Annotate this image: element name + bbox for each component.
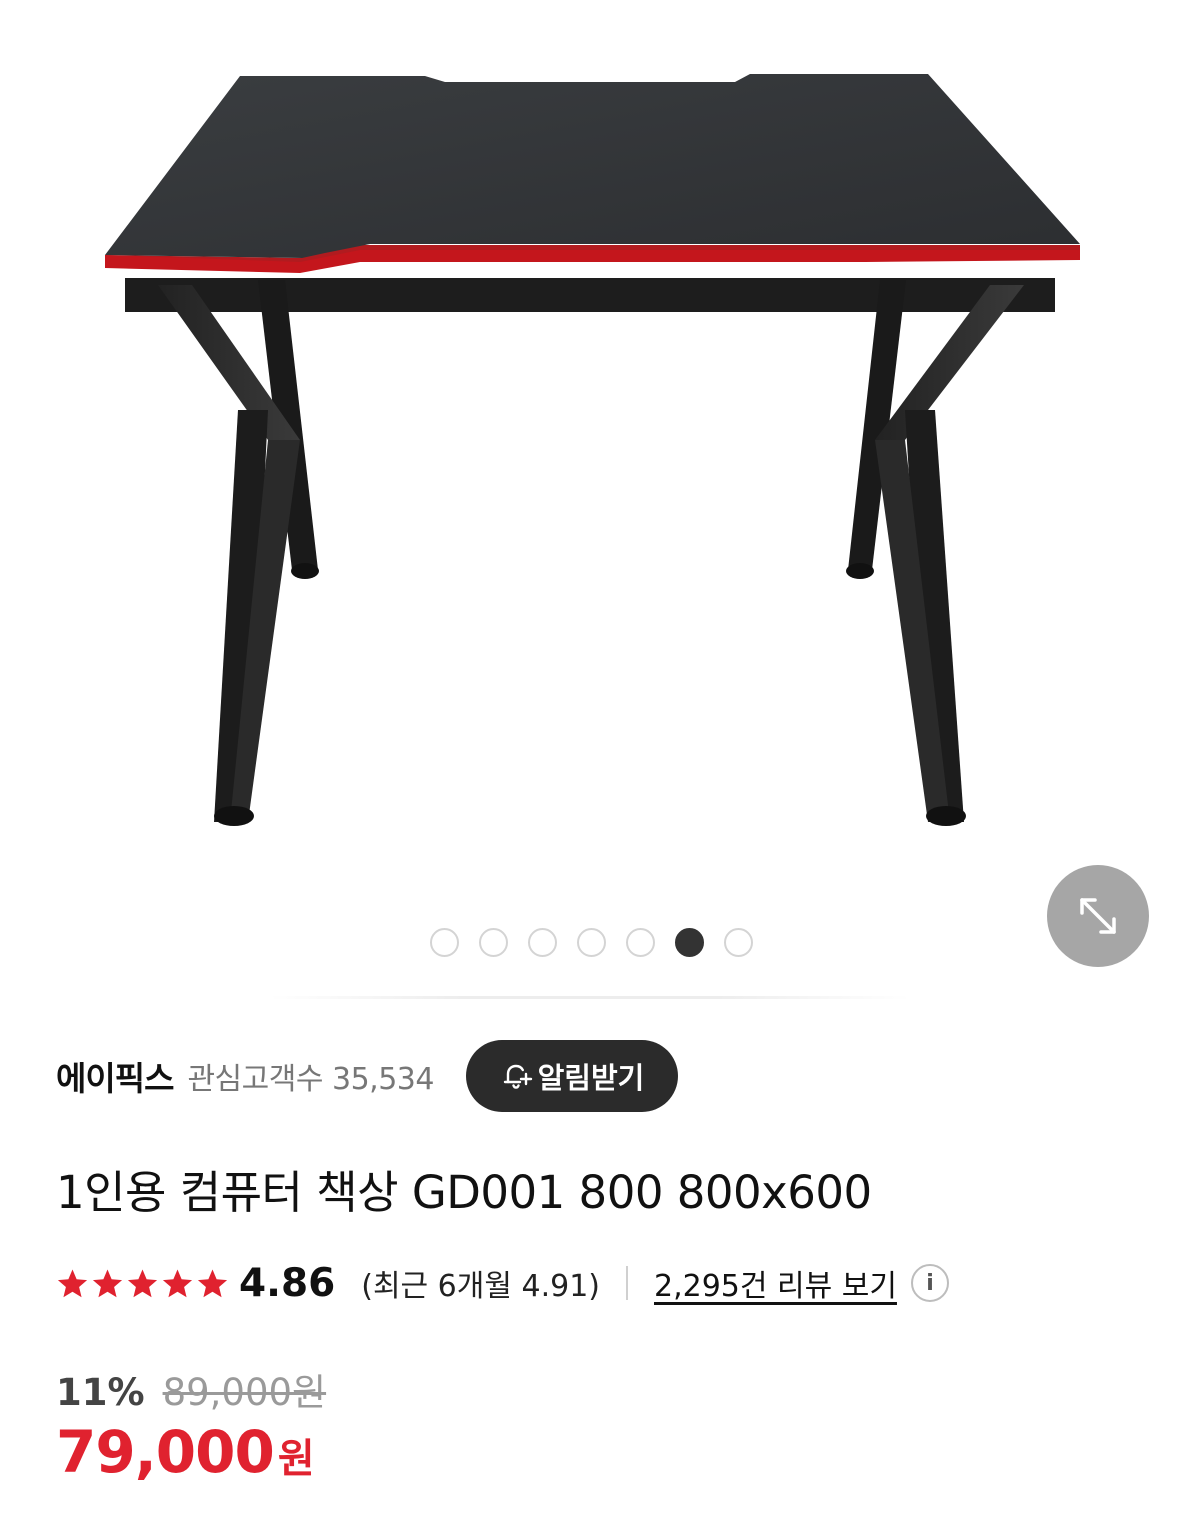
slide-dot[interactable] (479, 928, 508, 957)
star-icon (197, 1268, 228, 1297)
expand-arrows-icon (1080, 898, 1116, 934)
slide-dot-active[interactable] (675, 928, 704, 957)
discount-rate: 11% (56, 1371, 145, 1414)
sale-price-value: 79,000 (56, 1418, 275, 1486)
star-icon (92, 1268, 123, 1297)
slide-dot[interactable] (528, 928, 557, 957)
rating-score: 4.86 (239, 1260, 336, 1306)
sale-price-unit: 원 (277, 1436, 315, 1482)
gallery-divider (270, 996, 910, 999)
star-icon (162, 1268, 193, 1297)
seller-name[interactable]: 에이픽스 (56, 1052, 174, 1100)
star-icon (127, 1268, 158, 1297)
rating-row: 4.86 (최근 6개월 4.91) 2,295건 리뷰 보기 i (56, 1258, 949, 1308)
recent-rating: (최근 6개월 4.91) (361, 1269, 600, 1304)
expand-image-button[interactable] (1047, 865, 1149, 967)
divider (626, 1266, 628, 1300)
info-icon[interactable]: i (910, 1264, 949, 1302)
seller-row: 에이픽스 관심고객수 35,534 알림받기 (56, 1040, 678, 1112)
star-icon (57, 1268, 88, 1297)
star-rating (56, 1267, 229, 1300)
original-price: 89,000원 (162, 1371, 327, 1414)
sale-price: 79,000 원 (56, 1418, 315, 1486)
discount-row: 11% 89,000원 (56, 1362, 326, 1416)
notify-button[interactable]: 알림받기 (465, 1040, 678, 1112)
product-image (105, 74, 1080, 826)
slide-dot[interactable] (724, 928, 753, 957)
slide-indicator (430, 928, 753, 957)
slide-dot[interactable] (430, 928, 459, 957)
product-image-gallery[interactable] (0, 0, 1179, 1000)
slide-dot[interactable] (577, 928, 606, 957)
review-link[interactable]: 2,295건 리뷰 보기 (654, 1261, 897, 1305)
notify-label: 알림받기 (537, 1061, 645, 1095)
product-title: 1인용 컴퓨터 책상 GD001 800 800x600 (56, 1166, 872, 1219)
seller-followers: 관심고객수 35,534 (187, 1062, 434, 1097)
slide-dot[interactable] (626, 928, 655, 957)
bell-plus-icon (500, 1059, 534, 1093)
